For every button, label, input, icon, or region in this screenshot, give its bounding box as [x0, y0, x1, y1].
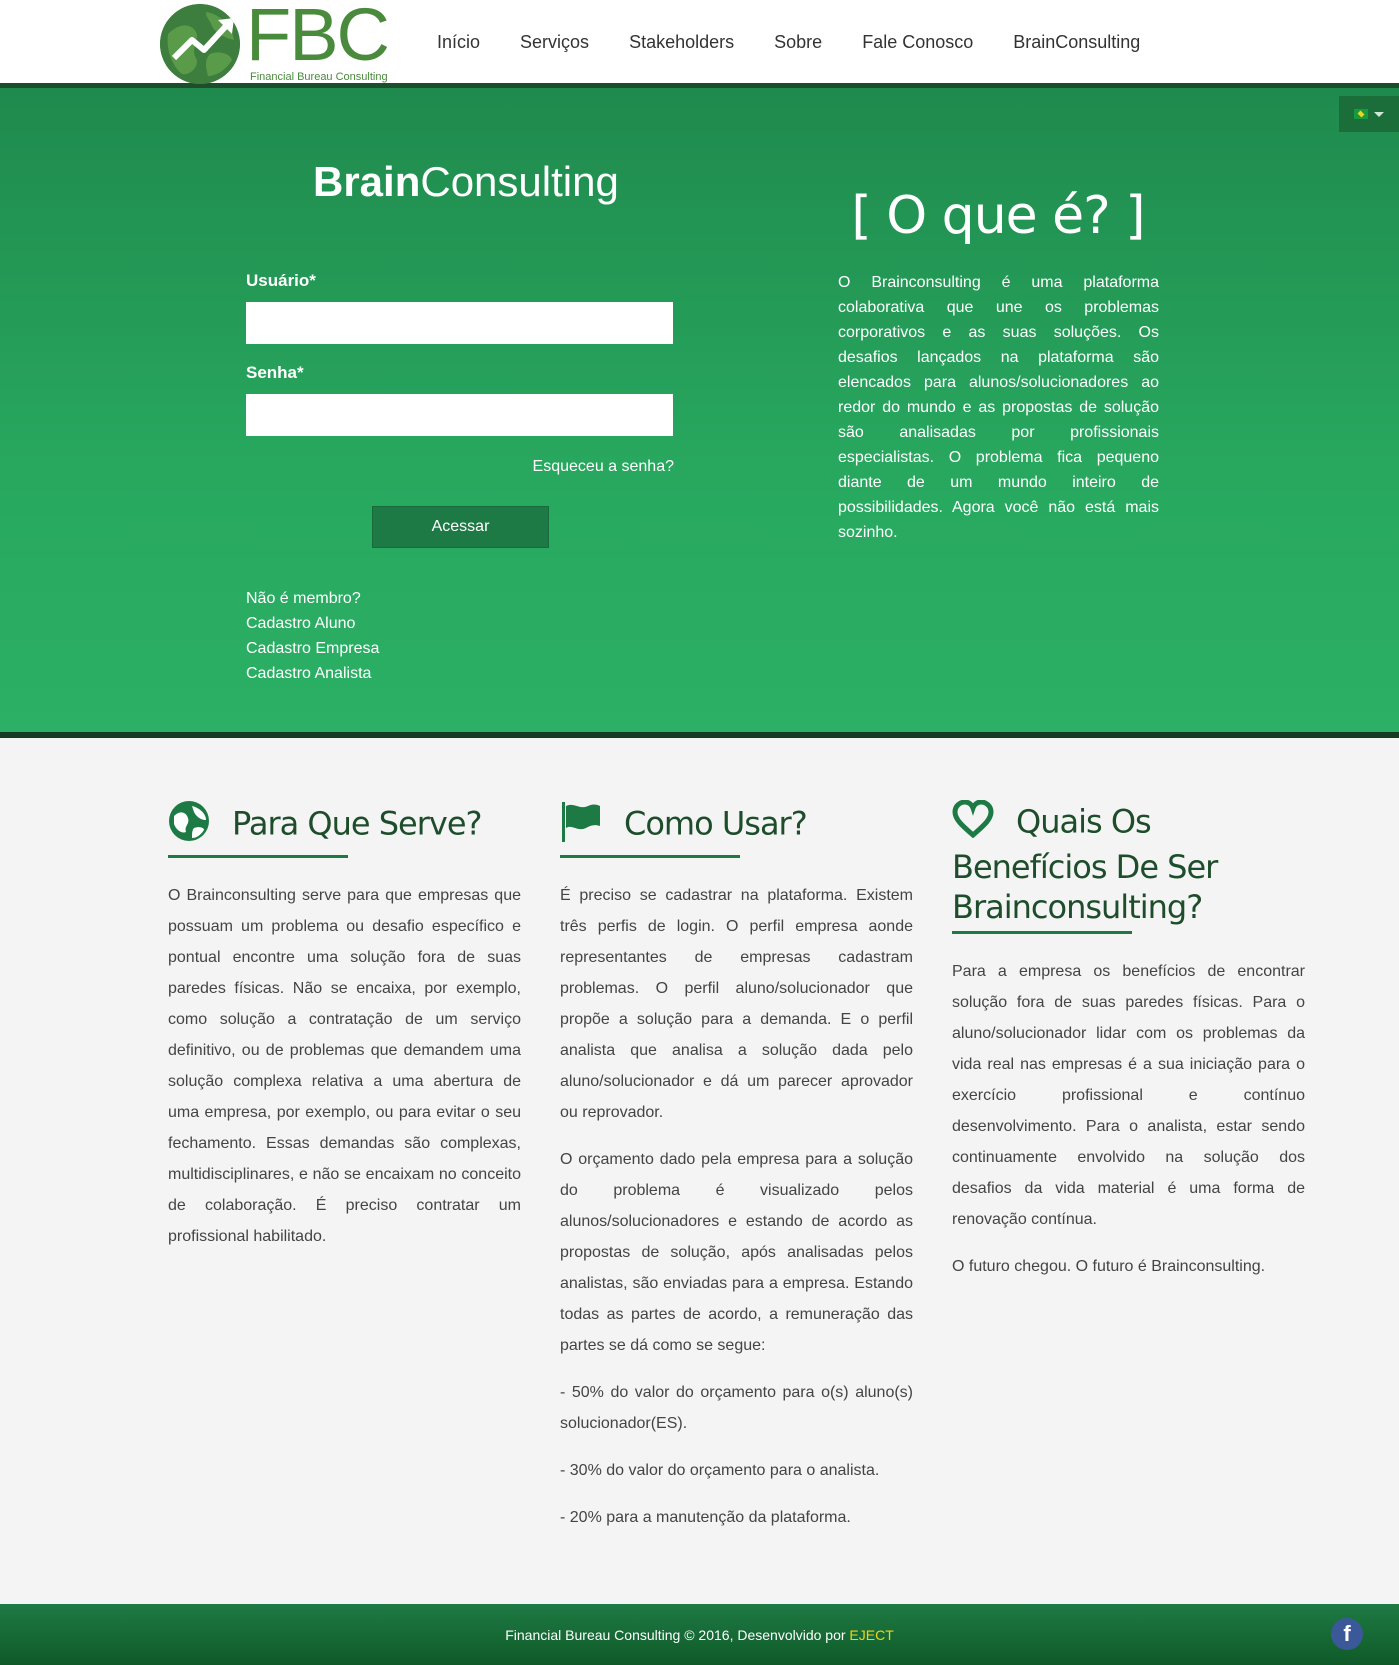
como-usar-section: Como Usar? É preciso se cadastrar na pla… [560, 800, 913, 1533]
facebook-icon[interactable]: f [1331, 1618, 1363, 1650]
globe-icon [168, 800, 210, 851]
usuario-label: Usuário* [246, 271, 316, 290]
oque-e-title: [ O que é? ] [851, 186, 1145, 246]
como-usar-p3: - 50% do valor do orçamento para o(s) al… [560, 1384, 913, 1432]
como-usar-p1: É preciso se cadastrar na plataforma. Ex… [560, 887, 913, 1121]
nav-inicio[interactable]: Início [437, 32, 480, 53]
cadastro-analista-link[interactable]: Cadastro Analista [246, 661, 379, 686]
como-usar-p2: O orçamento dado pela empresa para a sol… [560, 1151, 913, 1354]
site-footer: Financial Bureau Consulting © 2016, Dese… [0, 1604, 1399, 1665]
nav-brainconsulting[interactable]: BrainConsulting [1013, 32, 1140, 53]
nav-fale-conosco[interactable]: Fale Conosco [862, 32, 973, 53]
heart-icon [952, 799, 994, 847]
como-usar-p4: - 30% do valor do orçamento para o anali… [560, 1462, 880, 1479]
para-que-serve-heading: Para Que Serve? [168, 800, 521, 851]
nav-stakeholders[interactable]: Stakeholders [629, 32, 734, 53]
para-que-serve-section: Para Que Serve? O Brainconsulting serve … [168, 800, 521, 1252]
como-usar-heading: Como Usar? [560, 800, 913, 851]
logo-subtitle: Financial Bureau Consulting [250, 71, 388, 83]
beneficios-p1: Para a empresa os benefícios de encontra… [952, 963, 1305, 1228]
section-underline [560, 855, 740, 858]
senha-input[interactable] [246, 394, 673, 436]
nav-servicos[interactable]: Serviços [520, 32, 589, 53]
section-underline [952, 931, 1132, 934]
login-hero: BrainConsulting Usuário* Senha* Esqueceu… [0, 88, 1399, 738]
senha-label: Senha* [246, 363, 304, 382]
not-member-text: Não é membro? [246, 590, 361, 607]
eject-link[interactable]: EJECT [849, 1627, 893, 1643]
acessar-button[interactable]: Acessar [372, 506, 549, 548]
beneficios-p2: O futuro chegou. O futuro é Brainconsult… [952, 1258, 1266, 1275]
forgot-password-link[interactable]: Esqueceu a senha? [533, 458, 674, 476]
como-usar-p5: - 20% para a manutenção da plataforma. [560, 1509, 851, 1526]
beneficios-section: Quais Os Benefícios De Ser Brainconsulti… [952, 799, 1305, 1282]
para-que-serve-text: O Brainconsulting serve para que empresa… [168, 887, 521, 1245]
nav-sobre[interactable]: Sobre [774, 32, 822, 53]
footer-text: Financial Bureau Consulting © 2016, Dese… [505, 1626, 894, 1643]
flag-icon [560, 800, 602, 851]
brazil-flag-icon [1354, 109, 1368, 119]
logo-text: FBC [246, 0, 390, 76]
language-selector[interactable] [1339, 96, 1399, 132]
fbc-logo[interactable]: FBC Financial Bureau Consulting [160, 0, 390, 84]
site-header: FBC Financial Bureau Consulting Início S… [0, 0, 1399, 88]
usuario-input[interactable] [246, 302, 673, 344]
globe-logo-icon [160, 4, 240, 84]
chevron-down-icon [1374, 111, 1384, 117]
brainconsulting-title: BrainConsulting [313, 158, 619, 205]
cadastro-empresa-link[interactable]: Cadastro Empresa [246, 636, 379, 661]
oque-e-text: O Brainconsulting é uma plataforma colab… [838, 274, 1159, 541]
section-underline [168, 855, 348, 858]
register-links: Não é membro? Cadastro Aluno Cadastro Em… [246, 586, 379, 686]
cadastro-aluno-link[interactable]: Cadastro Aluno [246, 611, 379, 636]
beneficios-heading: Quais Os Benefícios De Ser Brainconsulti… [952, 799, 1305, 927]
main-nav: Início Serviços Stakeholders Sobre Fale … [437, 32, 1180, 53]
